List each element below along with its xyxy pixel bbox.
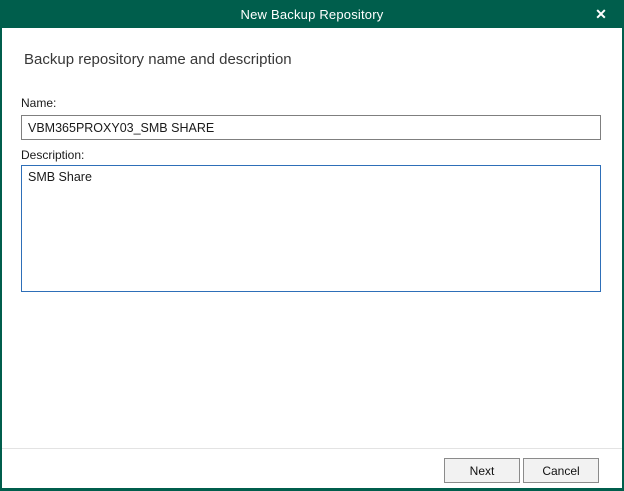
next-button[interactable]: Next: [444, 458, 520, 483]
description-textarea[interactable]: SMB Share: [21, 165, 601, 292]
dialog-title: New Backup Repository: [241, 7, 384, 22]
close-button[interactable]: ✕: [584, 0, 618, 28]
name-input[interactable]: [21, 115, 601, 140]
dialog-body: Backup repository name and description N…: [2, 28, 622, 488]
title-bar: New Backup Repository ✕: [0, 0, 624, 28]
dialog-window: New Backup Repository ✕ Backup repositor…: [0, 0, 624, 491]
close-icon: ✕: [595, 6, 607, 23]
page-title: Backup repository name and description: [24, 51, 292, 68]
description-label: Description:: [21, 148, 84, 162]
name-label: Name:: [21, 96, 56, 110]
footer-divider: [2, 448, 622, 449]
cancel-button[interactable]: Cancel: [523, 458, 599, 483]
